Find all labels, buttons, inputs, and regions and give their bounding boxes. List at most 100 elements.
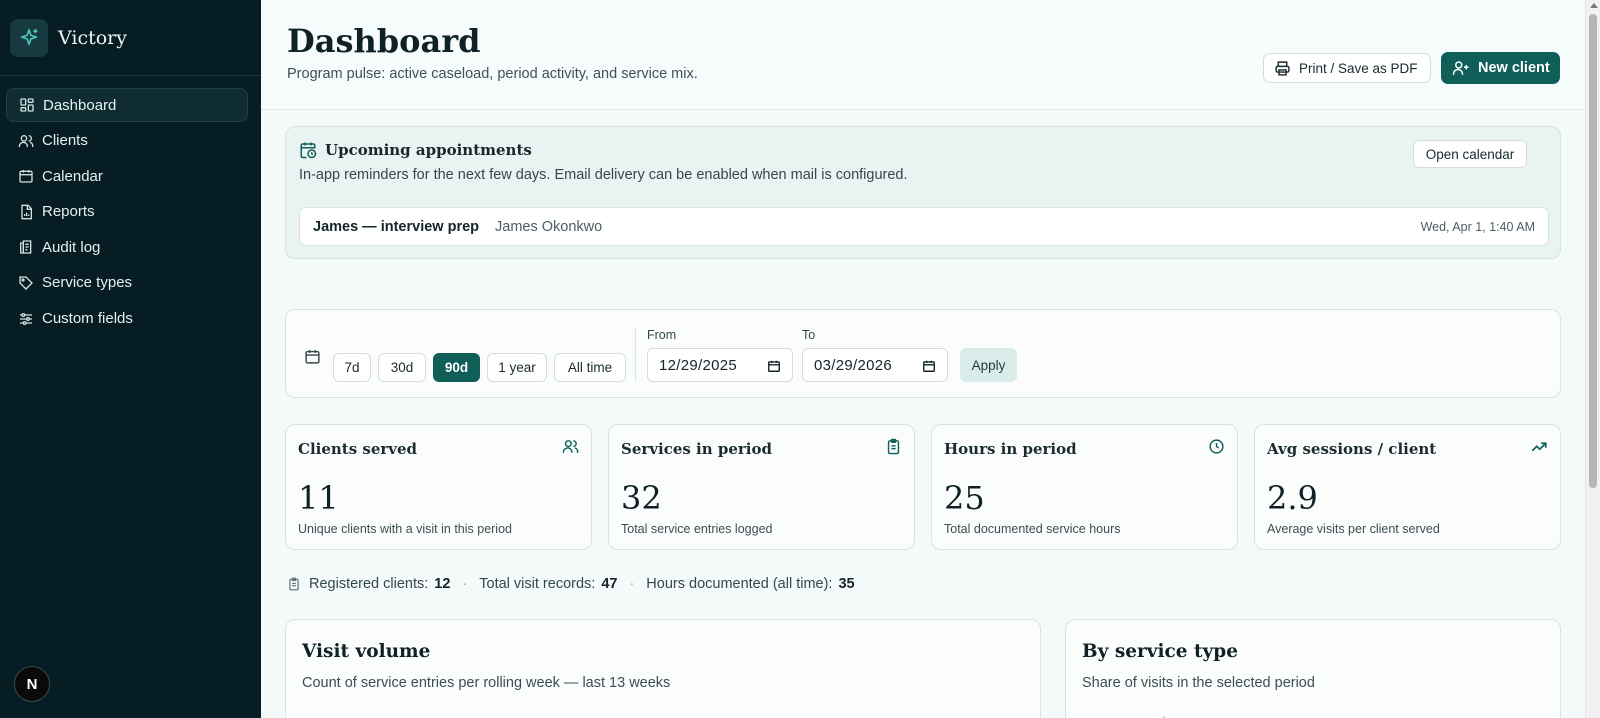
kpi-card-clients-served: Clients served 11 Unique clients with a …	[285, 424, 592, 550]
printer-icon	[1275, 60, 1290, 76]
visit-volume-panel: Visit volume Count of service entries pe…	[285, 619, 1041, 718]
calendar-clock-icon	[300, 142, 317, 159]
separator-dot: ·	[629, 576, 635, 592]
tag-icon	[19, 276, 33, 290]
main-content: Dashboard Program pulse: active caseload…	[261, 0, 1585, 718]
kpi-note: Average visits per client served	[1267, 522, 1440, 536]
appointment-client: James Okonkwo	[495, 219, 603, 235]
kpi-card-hours-in-period: Hours in period 25 Total documented serv…	[931, 424, 1238, 550]
appointment-item[interactable]: James — interview prep James Okonkwo Wed…	[299, 207, 1549, 246]
report-icon	[21, 204, 32, 220]
scrollbar-thumb[interactable]	[1589, 14, 1597, 488]
appointments-title-text: Upcoming appointments	[325, 141, 532, 159]
appointment-title: James — interview prep	[313, 219, 480, 235]
calendar-icon	[305, 350, 320, 364]
clipboard-icon	[289, 577, 299, 591]
kpi-title: Hours in period	[944, 440, 1077, 458]
upcoming-appointments-card: Upcoming appointments In-app reminders f…	[285, 126, 1561, 259]
scroll-up-arrow[interactable]	[1590, 3, 1598, 8]
user-avatar[interactable]: N	[14, 666, 50, 702]
kpi-card-services-in-period: Services in period 32 Total service entr…	[608, 424, 915, 550]
page-subtitle: Program pulse: active caseload, period a…	[287, 66, 698, 82]
kpi-note: Total service entries logged	[621, 522, 773, 536]
sidebar-item-label: Audit log	[42, 238, 101, 256]
from-label: From	[647, 328, 677, 342]
sidebar-item-custom-fields[interactable]: Custom fields	[6, 302, 248, 336]
range-30d[interactable]: 30d	[378, 353, 426, 382]
kpi-note: Unique clients with a visit in this peri…	[298, 522, 512, 536]
kpi-title: Clients served	[298, 440, 418, 458]
hours-documented-value: 35	[838, 576, 855, 592]
from-date-input[interactable]: 12/29/2025	[647, 348, 793, 382]
kpi-note: Total documented service hours	[944, 522, 1121, 536]
filter-divider	[635, 328, 636, 381]
panel-subtitle: Count of service entries per rolling wee…	[302, 675, 671, 691]
totals-summary: Registered clients: 12 · Total visit rec…	[287, 576, 855, 592]
sidebar-item-label: Reports	[42, 203, 95, 221]
kpi-title: Services in period	[621, 440, 772, 458]
range-all-time[interactable]: All time	[554, 353, 626, 382]
trending-up-icon	[1531, 442, 1547, 452]
user-plus-icon	[1452, 61, 1469, 75]
total-visits-value: 47	[601, 576, 618, 592]
calendar-picker-icon[interactable]	[767, 359, 781, 373]
sidebar-item-label: Dashboard	[43, 96, 117, 114]
sidebar-item-clients[interactable]: Clients	[6, 124, 248, 158]
kpi-value: 32	[621, 479, 662, 517]
total-visits-label: Total visit records:	[479, 576, 596, 592]
from-date-value: 12/29/2025	[659, 356, 738, 374]
page-scrollbar[interactable]	[1585, 0, 1600, 718]
print-button[interactable]: Print / Save as PDF	[1263, 53, 1431, 83]
sidebar-nav: Dashboard Clients Calendar Reports Audit…	[0, 76, 261, 336]
sidebar-item-audit-log[interactable]: Audit log	[6, 230, 248, 264]
app-name: Victory	[58, 26, 127, 49]
sidebar-item-reports[interactable]: Reports	[6, 195, 248, 229]
to-label: To	[802, 328, 816, 342]
kpi-card-avg-sessions: Avg sessions / client 2.9 Average visits…	[1254, 424, 1561, 550]
to-date-input[interactable]: 03/29/2026	[802, 348, 948, 382]
service-type-chart-fragment	[1163, 716, 1165, 718]
appointments-title: Upcoming appointments	[299, 141, 532, 159]
kpi-value: 2.9	[1267, 479, 1318, 517]
appointments-description: In-app reminders for the next few days. …	[299, 167, 908, 183]
page-header: Dashboard Program pulse: active caseload…	[261, 0, 1585, 110]
clock-icon	[1209, 439, 1224, 454]
kpi-title: Avg sessions / client	[1267, 440, 1437, 458]
to-date-value: 03/29/2026	[814, 356, 893, 374]
dashboard-icon	[20, 98, 34, 112]
sidebar: Victory Dashboard Clients Calendar Repor…	[0, 0, 261, 718]
sidebar-item-label: Clients	[42, 132, 88, 150]
audit-log-icon	[20, 240, 32, 255]
hours-documented-label: Hours documented (all time):	[646, 576, 833, 592]
calendar-picker-icon[interactable]	[922, 359, 936, 373]
sidebar-item-dashboard[interactable]: Dashboard	[6, 88, 248, 122]
kpi-value: 25	[944, 479, 985, 517]
users-icon	[18, 134, 34, 147]
panel-title: Visit volume	[302, 641, 431, 662]
range-7d[interactable]: 7d	[333, 353, 371, 382]
appointment-time: Wed, Apr 1, 1:40 AM	[1420, 220, 1535, 234]
sidebar-item-service-types[interactable]: Service types	[6, 266, 248, 300]
calendar-icon	[19, 170, 33, 183]
sidebar-item-label: Calendar	[42, 167, 103, 185]
date-range-filter: 7d 30d 90d 1 year All time From 12/29/20…	[285, 309, 1561, 398]
apply-button[interactable]: Apply	[960, 348, 1017, 382]
new-client-button-label: New client	[1478, 60, 1550, 76]
new-client-button[interactable]: New client	[1441, 52, 1560, 84]
sidebar-item-calendar[interactable]: Calendar	[6, 159, 248, 193]
kpi-value: 11	[298, 479, 339, 517]
range-1-year[interactable]: 1 year	[487, 353, 547, 382]
by-service-type-panel: By service type Share of visits in the s…	[1065, 619, 1561, 718]
separator-dot: ·	[462, 576, 468, 592]
range-90d[interactable]: 90d	[433, 353, 480, 382]
panel-title: By service type	[1082, 641, 1239, 662]
brand[interactable]: Victory	[0, 0, 261, 76]
sidebar-item-label: Custom fields	[42, 310, 133, 328]
sparkle-logo-icon	[10, 18, 48, 57]
page-title: Dashboard	[287, 22, 481, 60]
open-calendar-button[interactable]: Open calendar	[1413, 140, 1527, 168]
panel-subtitle: Share of visits in the selected period	[1082, 675, 1315, 691]
visit-volume-chart-fragment	[286, 712, 1041, 718]
print-button-label: Print / Save as PDF	[1299, 60, 1418, 76]
sliders-icon	[20, 312, 32, 325]
